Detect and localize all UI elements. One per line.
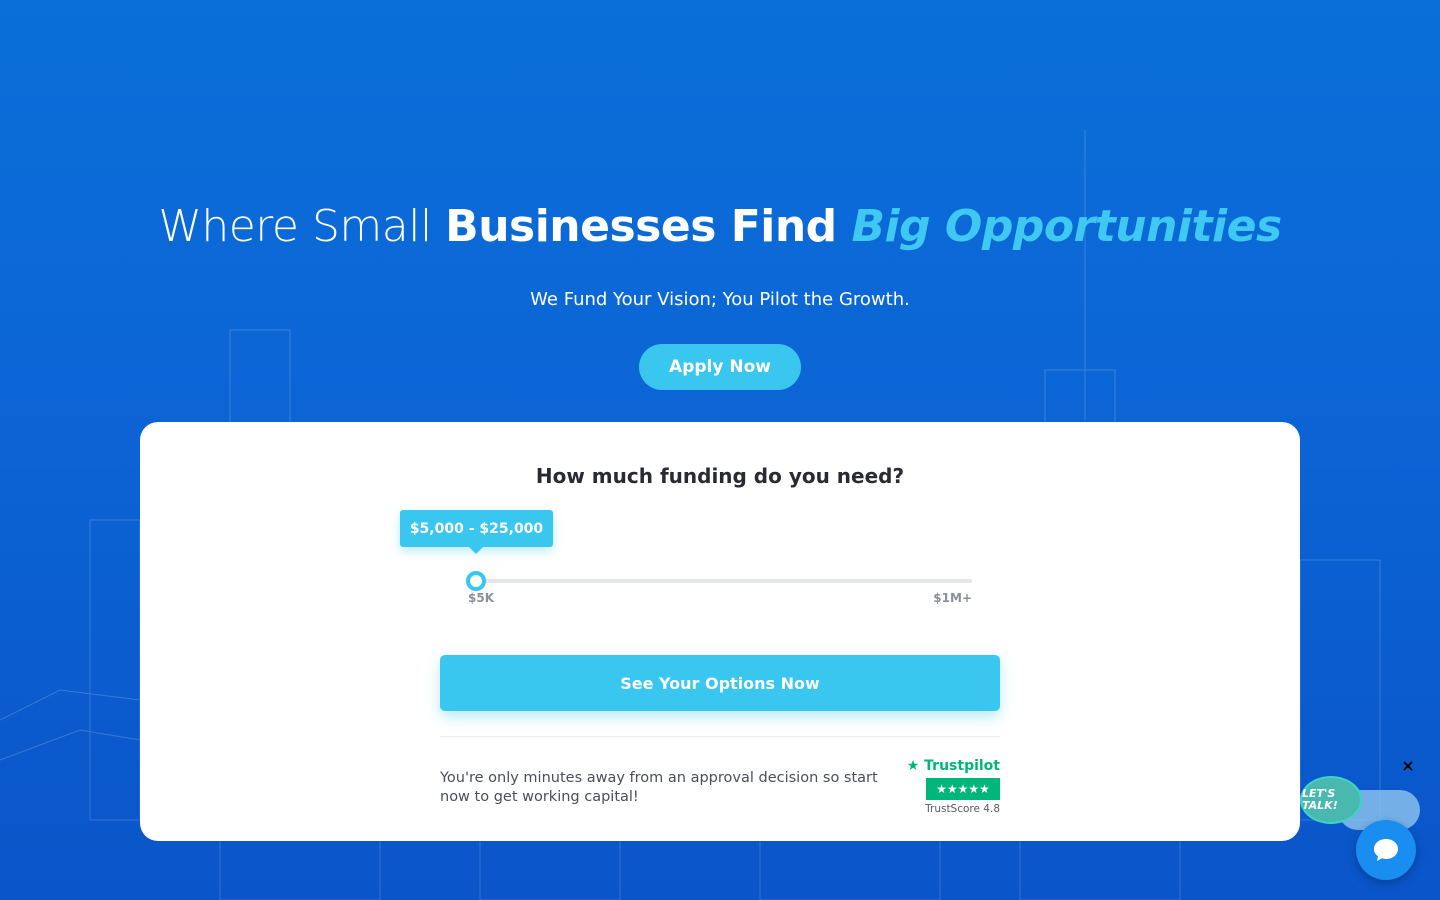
chat-launcher-button[interactable] (1356, 820, 1416, 880)
see-options-button[interactable]: See Your Options Now (440, 655, 1000, 711)
funding-range-tooltip: $5,000 - $25,000 (400, 510, 553, 554)
hero-title-part2: Businesses Find (445, 201, 852, 252)
funding-question: How much funding do you need? (535, 464, 905, 488)
trustpilot-widget[interactable]: ★ Trustpilot ★★★★★ TrustScore 4.8 (900, 758, 1000, 815)
approval-note: You're only minutes away from an approva… (440, 770, 878, 805)
hero-title-accent: Big Opportunities (851, 201, 1282, 252)
hero-subtitle: We Fund Your Vision; You Pilot the Growt… (530, 289, 910, 310)
slider-min-label: $5K (468, 591, 494, 605)
funding-slider-handle[interactable] (466, 571, 487, 591)
funding-card: How much funding do you need? $5,000 - $… (140, 422, 1300, 841)
chat-icon (1374, 839, 1398, 861)
hero-title-part1: Where Small (158, 201, 446, 252)
trustpilot-brand: Trustpilot (924, 758, 1000, 774)
lets-talk-bubble[interactable]: LET'S TALK! (1300, 776, 1362, 824)
funding-slider-track[interactable] (468, 579, 972, 583)
trustpilot-score: TrustScore 4.8 (925, 803, 1000, 815)
trustpilot-stars-icon: ★★★★★ (926, 778, 1000, 800)
divider (440, 736, 1000, 737)
slider-max-label: $1M+ (933, 591, 972, 605)
apply-now-button[interactable]: Apply Now (639, 344, 801, 390)
hero-title: Where Small Businesses Find Big Opportun… (0, 198, 1440, 256)
trustpilot-logo: ★ Trustpilot (906, 758, 1000, 774)
chat-close-icon[interactable]: × (1399, 756, 1417, 776)
